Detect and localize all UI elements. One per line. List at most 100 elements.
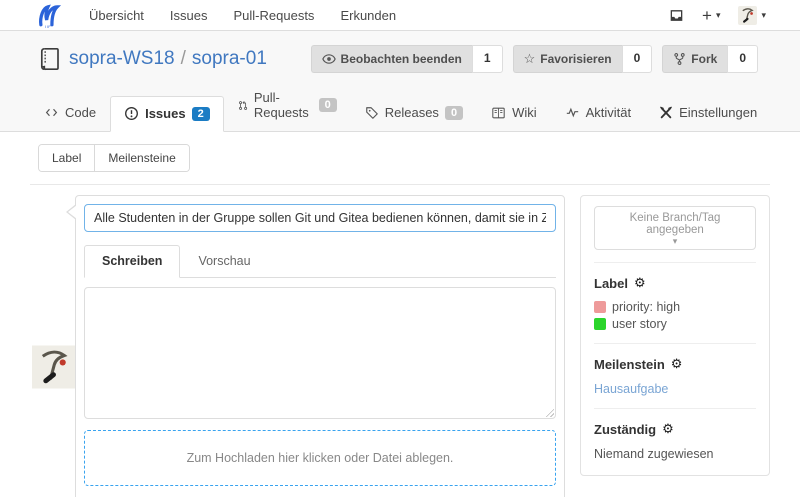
nav-item-issues[interactable]: Issues bbox=[157, 8, 221, 23]
chevron-down-icon: ▾ bbox=[716, 10, 721, 21]
nav-item-pull-requests[interactable]: Pull-Requests bbox=[221, 8, 328, 23]
tag-icon bbox=[365, 106, 379, 120]
top-navbar: IIF Übersicht Issues Pull-Requests Erkun… bbox=[0, 0, 800, 31]
tab-einstellungen[interactable]: Einstellungen bbox=[645, 95, 771, 131]
breadcrumb-separator: / bbox=[181, 48, 186, 69]
assignee-value: Niemand zugewiesen bbox=[594, 447, 756, 461]
selected-labels: priority: high user story bbox=[594, 300, 756, 331]
eye-icon bbox=[322, 52, 336, 66]
watchers-count[interactable]: 1 bbox=[472, 45, 503, 73]
nav-item-uebersicht[interactable]: Übersicht bbox=[76, 8, 157, 23]
tab-issues[interactable]: Issues 2 bbox=[110, 96, 224, 132]
issue-subnav: Label Meilensteine bbox=[38, 144, 770, 172]
sidebar-divider bbox=[594, 262, 756, 263]
unwatch-label: Beobachten beenden bbox=[341, 52, 462, 66]
logo-subtext: IIF bbox=[45, 24, 51, 29]
dropzone-text: Zum Hochladen hier klicken oder Datei ab… bbox=[187, 451, 454, 465]
gear-icon[interactable]: ⚙ bbox=[662, 421, 674, 437]
avatar bbox=[32, 197, 75, 497]
pulse-icon bbox=[565, 106, 580, 119]
gear-icon[interactable]: ⚙ bbox=[634, 275, 646, 291]
file-dropzone[interactable]: Zum Hochladen hier klicken oder Datei ab… bbox=[84, 430, 556, 486]
tab-aktivitaet-label: Aktivität bbox=[586, 105, 632, 120]
avatar bbox=[738, 6, 757, 25]
tab-wiki[interactable]: Wiki bbox=[477, 95, 551, 131]
meilensteine-button[interactable]: Meilensteine bbox=[94, 145, 188, 171]
milestone-section-heading: Meilenstein ⚙ bbox=[594, 356, 756, 372]
issues-count-badge: 2 bbox=[192, 107, 210, 121]
chevron-down-icon: ▾ bbox=[601, 236, 749, 247]
author-avatar-column bbox=[30, 195, 75, 497]
pull-requests-count-badge: 0 bbox=[319, 98, 337, 112]
repo-owner-link[interactable]: sopra-WS18 bbox=[69, 48, 175, 69]
label-item: user story bbox=[594, 317, 756, 331]
code-icon bbox=[44, 106, 59, 119]
fork-button[interactable]: Fork 0 bbox=[662, 45, 758, 73]
repo-actions: Beobachten beenden 1 ☆ Favorisieren 0 bbox=[311, 45, 758, 73]
plus-icon: + bbox=[702, 7, 712, 24]
milestone-link[interactable]: Hausaufgabe bbox=[594, 382, 756, 396]
label-color-swatch bbox=[594, 318, 606, 330]
tab-vorschau[interactable]: Vorschau bbox=[180, 245, 268, 277]
repo-tab-bar: Code Issues 2 Pull-Requests 0 bbox=[0, 80, 800, 131]
breadcrumb: sopra-WS18 / sopra-01 bbox=[69, 48, 267, 70]
tab-code[interactable]: Code bbox=[30, 95, 110, 131]
label-name: user story bbox=[612, 317, 667, 331]
tab-releases-label: Releases bbox=[385, 105, 439, 120]
editor-tab-bar: Schreiben Vorschau bbox=[84, 245, 556, 278]
tab-aktivitaet[interactable]: Aktivität bbox=[551, 95, 646, 131]
sidebar-divider bbox=[594, 343, 756, 344]
assignee-section-heading: Zuständig ⚙ bbox=[594, 421, 756, 437]
navbar-right: + ▾ ▾ bbox=[669, 6, 766, 25]
stars-count[interactable]: 0 bbox=[622, 45, 653, 73]
tab-pull-requests-label: Pull-Requests bbox=[254, 90, 313, 120]
issue-icon bbox=[124, 106, 139, 121]
chevron-down-icon: ▾ bbox=[761, 10, 766, 21]
nav-item-erkunden[interactable]: Erkunden bbox=[327, 8, 409, 23]
label-heading-text: Label bbox=[594, 276, 628, 291]
label-name: priority: high bbox=[612, 300, 680, 314]
new-menu-button[interactable]: + ▾ bbox=[702, 7, 720, 24]
user-menu-button[interactable]: ▾ bbox=[738, 6, 766, 25]
assignee-heading-text: Zuständig bbox=[594, 422, 656, 437]
pull-request-icon bbox=[238, 98, 248, 113]
fork-label: Fork bbox=[691, 52, 717, 66]
sidebar-divider bbox=[594, 408, 756, 409]
repo-book-icon bbox=[38, 47, 60, 71]
repo-header-section: sopra-WS18 / sopra-01 Beobachten beenden 1… bbox=[0, 31, 800, 132]
unwatch-button[interactable]: Beobachten beenden 1 bbox=[311, 45, 503, 73]
issue-body-wrap bbox=[84, 287, 556, 419]
gitea-logo[interactable]: IIF bbox=[36, 2, 62, 28]
issue-title-input[interactable] bbox=[84, 204, 556, 232]
tab-schreiben[interactable]: Schreiben bbox=[84, 245, 180, 278]
tab-issues-label: Issues bbox=[145, 106, 185, 121]
tab-pull-requests[interactable]: Pull-Requests 0 bbox=[224, 80, 351, 131]
label-color-swatch bbox=[594, 301, 606, 313]
star-label: Favorisieren bbox=[540, 52, 611, 66]
milestone-heading-text: Meilenstein bbox=[594, 357, 665, 372]
label-item: priority: high bbox=[594, 300, 756, 314]
star-icon: ☆ bbox=[524, 51, 536, 67]
label-button[interactable]: Label bbox=[39, 145, 94, 171]
inbox-icon bbox=[669, 8, 684, 23]
tab-einstellungen-label: Einstellungen bbox=[679, 105, 757, 120]
issue-body-textarea[interactable] bbox=[84, 287, 556, 419]
releases-count-badge: 0 bbox=[445, 106, 463, 120]
section-divider bbox=[30, 184, 770, 185]
forks-count[interactable]: 0 bbox=[727, 45, 758, 73]
repo-name-link[interactable]: sopra-01 bbox=[192, 48, 267, 69]
tab-wiki-label: Wiki bbox=[512, 105, 537, 120]
main-content: Label Meilensteine Schreiben Vorschau bbox=[0, 144, 800, 497]
star-button[interactable]: ☆ Favorisieren 0 bbox=[513, 45, 653, 73]
label-milestone-button-group: Label Meilensteine bbox=[38, 144, 190, 172]
branch-selector-label: Keine Branch/Tag angegeben bbox=[630, 212, 721, 236]
issue-compose-card: Schreiben Vorschau Zum Hochladen hier kl… bbox=[75, 195, 565, 497]
tools-icon bbox=[659, 106, 673, 120]
notifications-button[interactable] bbox=[669, 8, 684, 23]
new-issue-form: Schreiben Vorschau Zum Hochladen hier kl… bbox=[30, 195, 770, 497]
gear-icon[interactable]: ⚙ bbox=[671, 356, 683, 372]
tab-releases[interactable]: Releases 0 bbox=[351, 95, 477, 131]
branch-selector-dropdown[interactable]: Keine Branch/Tag angegeben ▾ bbox=[594, 206, 756, 250]
tab-code-label: Code bbox=[65, 105, 96, 120]
issue-sidebar: Keine Branch/Tag angegeben ▾ Label ⚙ pri… bbox=[580, 195, 770, 476]
